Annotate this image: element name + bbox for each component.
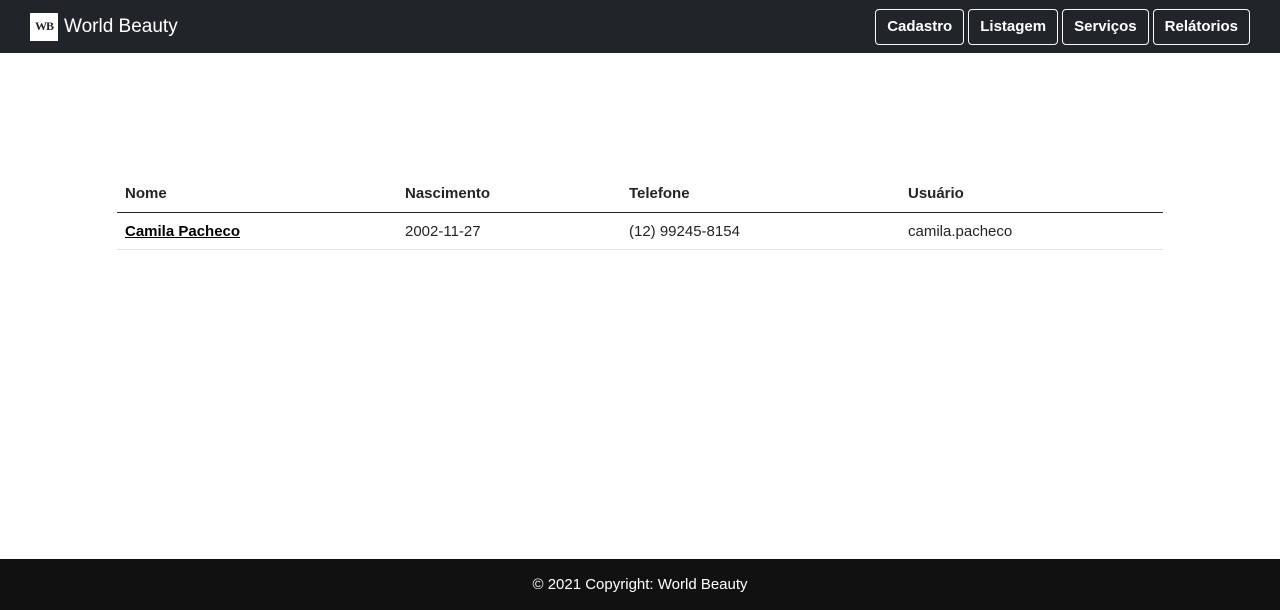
top-navbar: WB World Beauty Cadastro Listagem Serviç…	[0, 0, 1280, 53]
cell-nascimento: 2002-11-27	[397, 212, 621, 250]
brand-logo: WB	[30, 12, 58, 41]
client-name-link[interactable]: Camila Pacheco	[125, 223, 240, 240]
table-header-row: Nome Nascimento Telefone Usuário	[117, 176, 1163, 213]
cell-usuario: camila.pacheco	[900, 212, 1163, 250]
listagem-button[interactable]: Listagem	[968, 8, 1059, 45]
nav-buttons: Cadastro Listagem Serviços Relátorios	[875, 8, 1250, 45]
main-content: Nome Nascimento Telefone Usuário Camila …	[117, 176, 1163, 250]
brand-link[interactable]: WB World Beauty	[30, 12, 178, 41]
table-row: Camila Pacheco 2002-11-27 (12) 99245-815…	[117, 212, 1163, 250]
footer-copyright: © 2021 Copyright: World Beauty	[532, 576, 748, 593]
relatorios-button[interactable]: Relátorios	[1152, 8, 1250, 45]
cadastro-button[interactable]: Cadastro	[875, 8, 965, 45]
cell-nome: Camila Pacheco	[117, 212, 397, 250]
header-telefone: Telefone	[621, 176, 900, 213]
cell-telefone: (12) 99245-8154	[621, 212, 900, 250]
header-nome: Nome	[117, 176, 397, 213]
clients-table: Nome Nascimento Telefone Usuário Camila …	[117, 176, 1163, 250]
brand-name: World Beauty	[64, 15, 178, 37]
header-nascimento: Nascimento	[397, 176, 621, 213]
page-footer: © 2021 Copyright: World Beauty	[0, 559, 1280, 610]
header-usuario: Usuário	[900, 176, 1163, 213]
servicos-button[interactable]: Serviços	[1062, 8, 1149, 45]
